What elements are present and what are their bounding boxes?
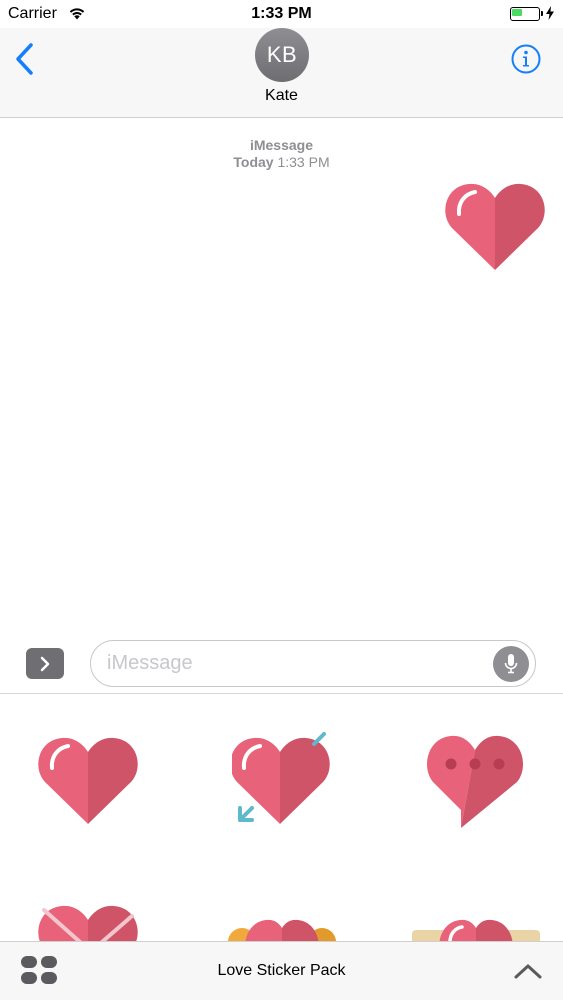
chevron-right-icon [40, 656, 50, 671]
charging-bolt-icon [546, 6, 554, 20]
timestamp-time: 1:33 PM [277, 154, 330, 170]
dictation-button[interactable] [493, 646, 529, 682]
heart-flowers-sticker[interactable] [228, 914, 336, 941]
message-timestamp: Today 1:33 PM [0, 154, 563, 170]
arrow-heart-sticker[interactable] [232, 730, 336, 830]
chevron-up-icon[interactable] [513, 962, 543, 980]
typing-heart-sticker[interactable] [427, 732, 523, 830]
contact-name[interactable]: Kate [0, 87, 563, 105]
back-chevron-icon[interactable] [14, 42, 36, 76]
contact-avatar[interactable]: KB [255, 28, 309, 82]
microphone-icon [504, 654, 518, 674]
sent-heart-sticker[interactable] [445, 180, 545, 272]
info-icon[interactable] [511, 44, 541, 74]
status-time: 1:33 PM [251, 5, 312, 22]
message-input[interactable] [90, 640, 536, 687]
battery-cap [541, 11, 543, 16]
battery-level [512, 9, 522, 16]
crossed-heart-sticker[interactable] [38, 902, 138, 941]
sticker-pack-title: Love Sticker Pack [217, 962, 346, 979]
service-label: iMessage [249, 137, 314, 153]
heart-banner-sticker[interactable] [412, 914, 540, 941]
timestamp-day: Today [233, 154, 274, 170]
expand-apps-button[interactable] [26, 648, 64, 679]
sticker-tray [0, 694, 563, 941]
heart-sticker[interactable] [38, 734, 138, 826]
